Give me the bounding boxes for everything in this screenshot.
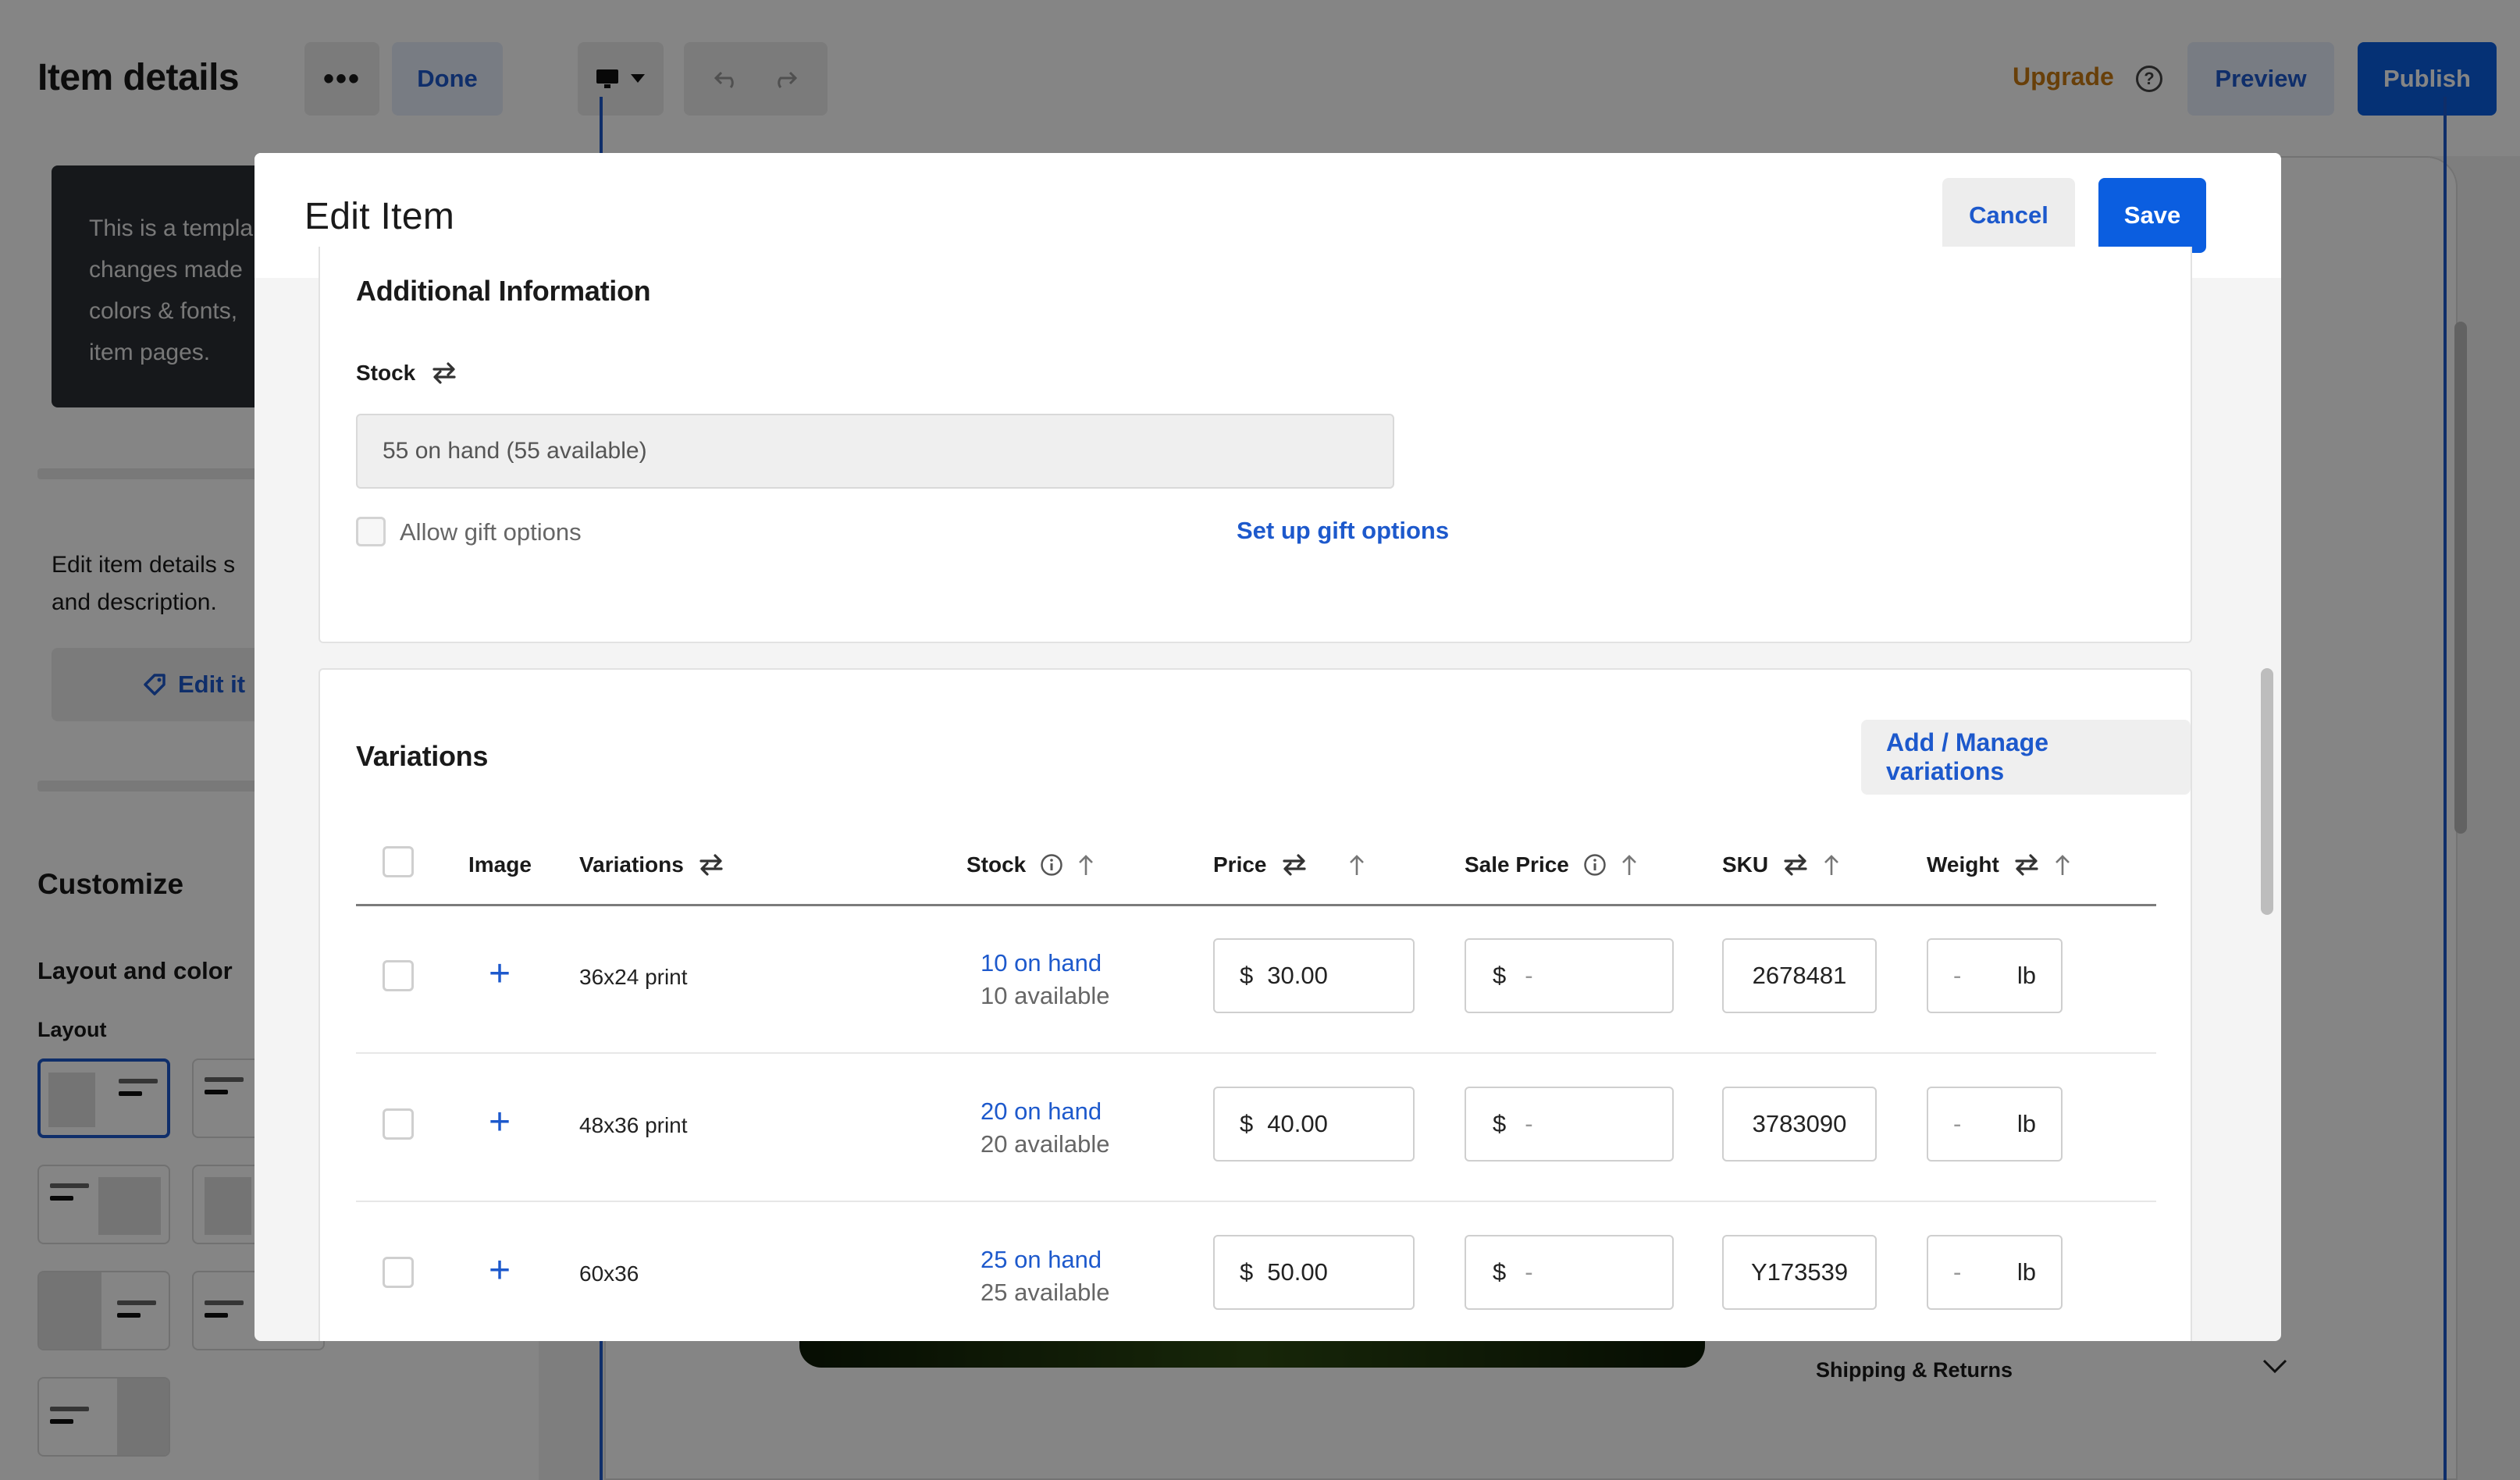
- variation-name: 60x36: [579, 1261, 639, 1286]
- info-icon[interactable]: [1040, 853, 1063, 877]
- swap-icon[interactable]: [698, 853, 724, 877]
- plus-icon[interactable]: +: [489, 1252, 511, 1290]
- variations-heading: Variations: [356, 740, 489, 772]
- additional-information-heading: Additional Information: [356, 275, 651, 307]
- edit-item-modal: Edit Item Cancel Save Additional Informa…: [254, 153, 2281, 1341]
- swap-icon[interactable]: [431, 361, 457, 385]
- sort-up-icon[interactable]: [1077, 853, 1094, 877]
- modal-title: Edit Item: [304, 196, 455, 237]
- sale-price-input[interactable]: $ -: [1465, 938, 1674, 1013]
- plus-icon[interactable]: +: [489, 955, 511, 993]
- row-divider: [356, 1201, 2156, 1202]
- price-input[interactable]: $50.00: [1213, 1235, 1415, 1310]
- sort-up-icon[interactable]: [1348, 853, 1365, 877]
- stock-available: 20 available: [981, 1130, 1110, 1158]
- row-checkbox[interactable]: [383, 960, 414, 991]
- sort-up-icon[interactable]: [2054, 853, 2071, 877]
- sort-up-icon[interactable]: [1621, 853, 1638, 877]
- stock-label: Stock: [356, 361, 457, 386]
- variations-card: Variations Add / Manage variations Image…: [319, 668, 2192, 1341]
- column-header-weight[interactable]: Weight: [1927, 852, 2071, 877]
- swap-icon[interactable]: [1281, 853, 1308, 877]
- weight-input[interactable]: - lb: [1927, 1235, 2063, 1310]
- manage-variations-button[interactable]: Add / Manage variations: [1861, 720, 2191, 795]
- weight-input[interactable]: - lb: [1927, 1087, 2063, 1162]
- table-header-divider: [356, 904, 2156, 906]
- row-divider: [356, 1052, 2156, 1054]
- allow-gift-checkbox[interactable]: [356, 517, 386, 546]
- variation-name: 48x36 print: [579, 1113, 688, 1137]
- column-header-price[interactable]: Price: [1213, 852, 1365, 877]
- swap-icon[interactable]: [2013, 853, 2040, 877]
- column-header-sale-price[interactable]: Sale Price: [1465, 852, 1638, 877]
- column-header-stock[interactable]: Stock: [966, 852, 1094, 877]
- allow-gift-label: Allow gift options: [400, 518, 582, 546]
- stock-on-hand-link[interactable]: 10 on hand: [981, 949, 1102, 977]
- cancel-button[interactable]: Cancel: [1942, 178, 2075, 253]
- sku-input[interactable]: Y173539: [1722, 1235, 1877, 1310]
- variation-name: 36x24 print: [579, 965, 688, 989]
- save-button[interactable]: Save: [2098, 178, 2206, 253]
- sku-input[interactable]: 3783090: [1722, 1087, 1877, 1162]
- info-icon[interactable]: [1583, 853, 1607, 877]
- price-input[interactable]: $30.00: [1213, 938, 1415, 1013]
- stock-available: 25 available: [981, 1279, 1110, 1306]
- additional-information-card: Additional Information Stock 55 on hand …: [319, 247, 2192, 643]
- modal-scrollbar[interactable]: [2261, 668, 2273, 915]
- column-header-variations[interactable]: Variations: [579, 852, 724, 877]
- row-checkbox[interactable]: [383, 1108, 414, 1140]
- plus-icon[interactable]: +: [489, 1104, 511, 1141]
- column-header-image: Image: [468, 852, 532, 877]
- weight-input[interactable]: - lb: [1927, 938, 2063, 1013]
- stock-field: 55 on hand (55 available): [356, 414, 1394, 489]
- swap-icon[interactable]: [1782, 853, 1809, 877]
- sort-up-icon[interactable]: [1823, 853, 1840, 877]
- stock-available: 10 available: [981, 982, 1110, 1009]
- sale-price-input[interactable]: $ -: [1465, 1235, 1674, 1310]
- select-all-checkbox[interactable]: [383, 846, 414, 877]
- stock-on-hand-link[interactable]: 25 on hand: [981, 1246, 1102, 1274]
- stock-on-hand-link[interactable]: 20 on hand: [981, 1098, 1102, 1126]
- sale-price-input[interactable]: $ -: [1465, 1087, 1674, 1162]
- row-checkbox[interactable]: [383, 1257, 414, 1288]
- column-header-sku[interactable]: SKU: [1722, 852, 1840, 877]
- sku-input[interactable]: 2678481: [1722, 938, 1877, 1013]
- set-up-gift-options-link[interactable]: Set up gift options: [1237, 517, 1449, 545]
- price-input[interactable]: $40.00: [1213, 1087, 1415, 1162]
